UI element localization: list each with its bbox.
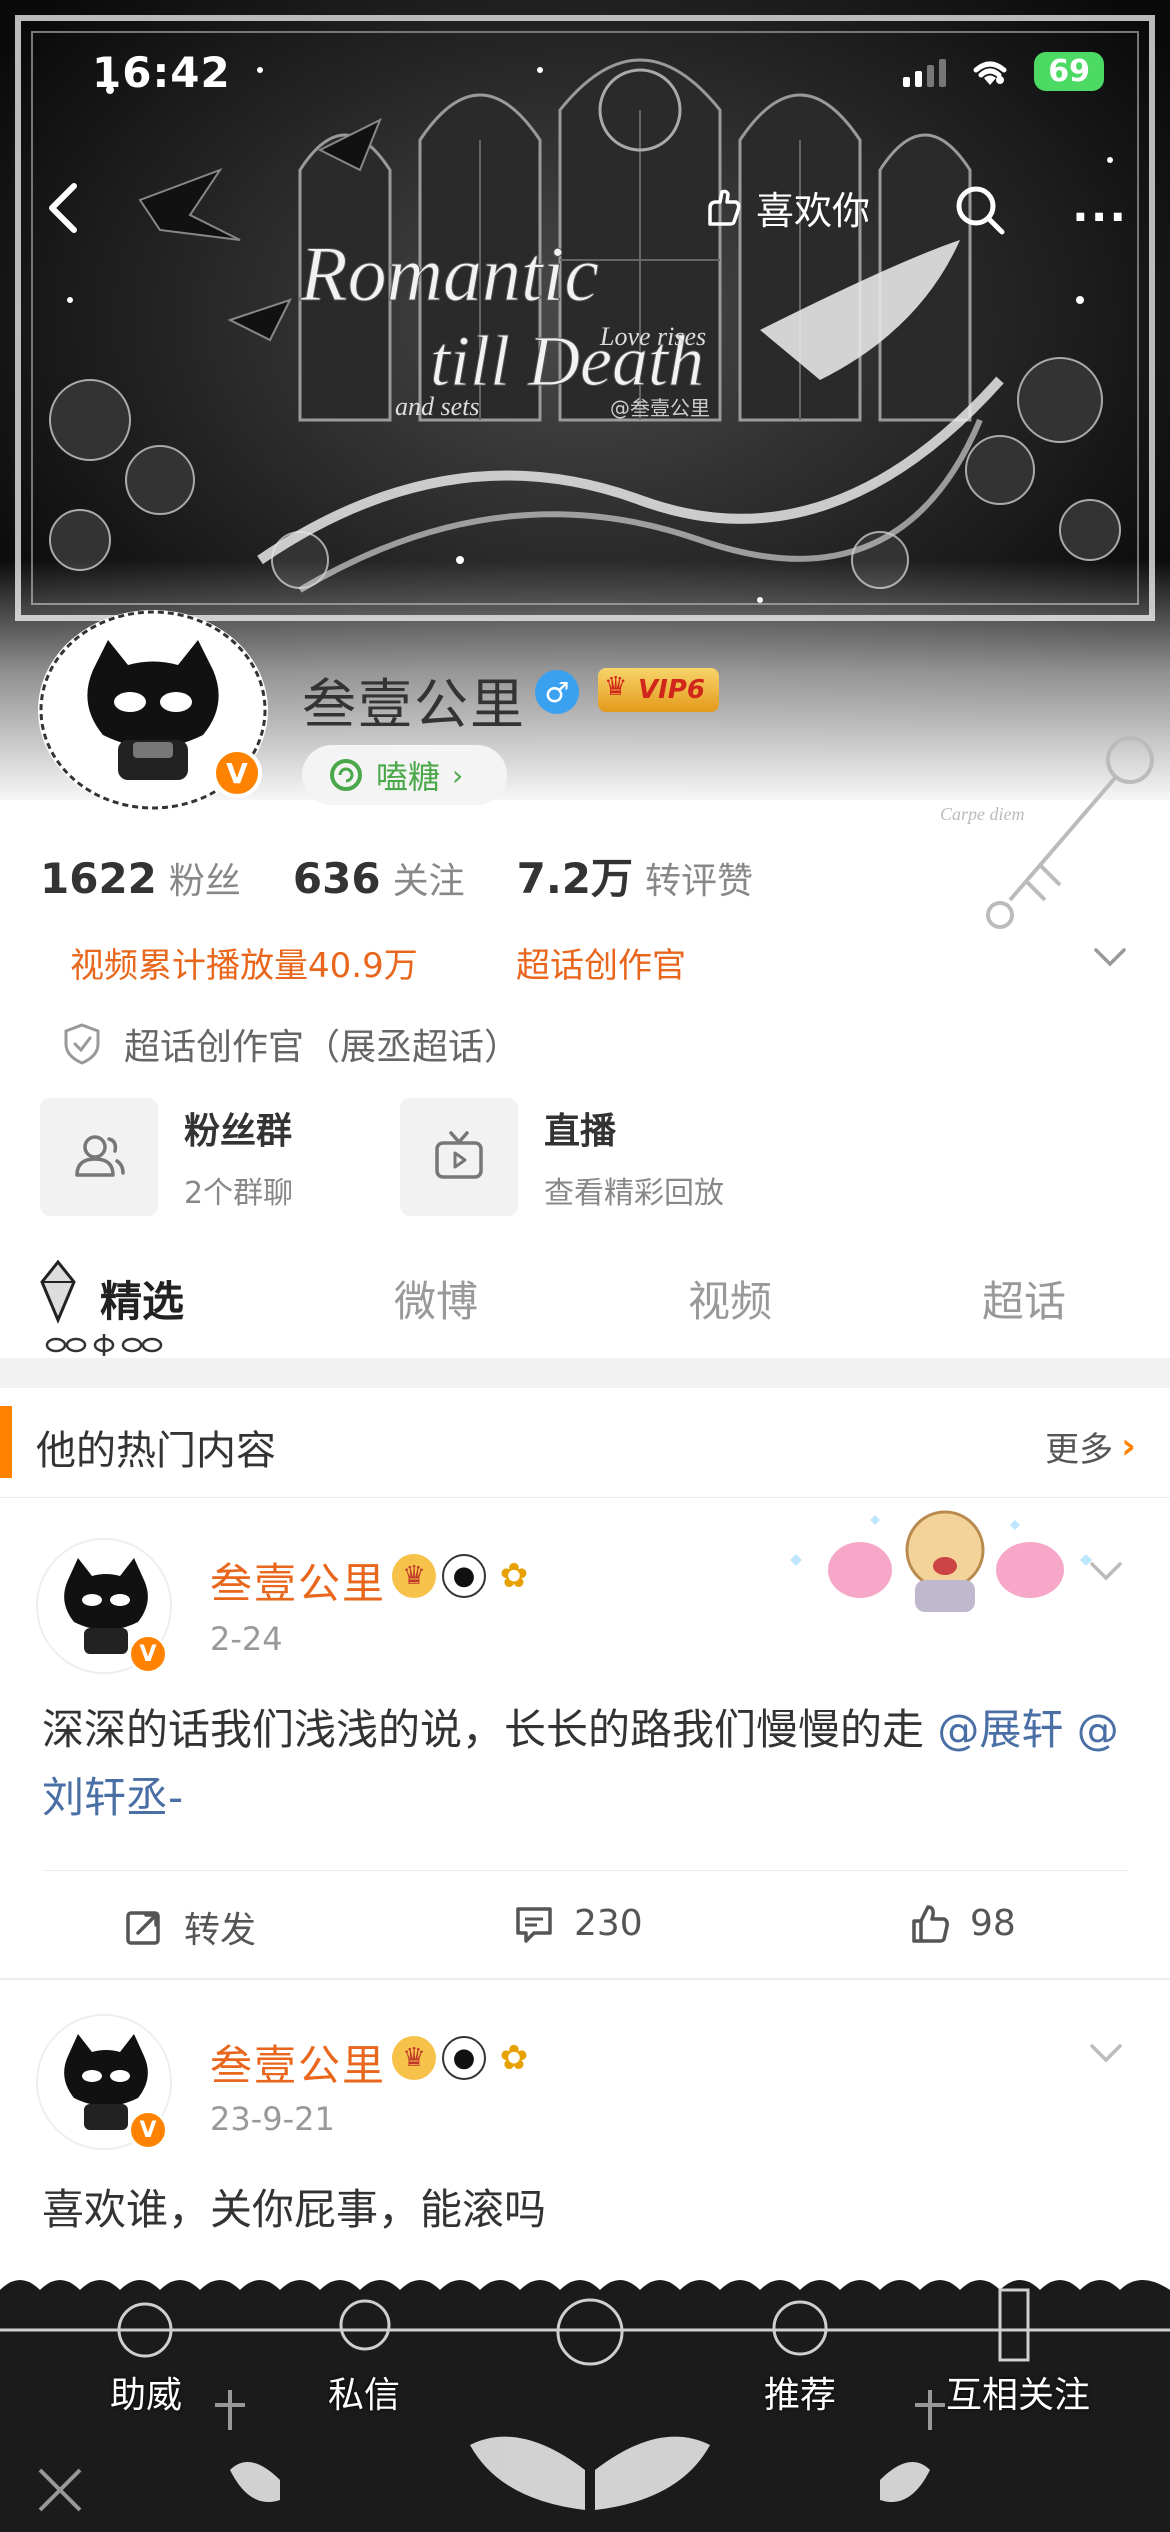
top-nav: 喜欢你 ···: [0, 170, 1170, 250]
chevron-right-icon: ›: [452, 758, 464, 792]
panda-badge-icon: ●: [442, 1554, 486, 1598]
cellular-signal-icon: [903, 57, 947, 87]
banner-watermark: @叁壹公里: [610, 396, 710, 420]
profile-username: 叁壹公里: [302, 673, 526, 736]
comment-count: 230: [574, 1902, 643, 1944]
panda-badge-icon: ●: [442, 2036, 486, 2080]
verified-badge-icon: V: [212, 748, 262, 798]
comment-button[interactable]: 230: [512, 1901, 643, 1945]
tab-supertopic[interactable]: 超话: [982, 1268, 1066, 1329]
supertopic-credential[interactable]: 超话创作官（展丞超话）: [62, 1018, 520, 1070]
stat-following[interactable]: 636 关注: [293, 852, 465, 904]
tab-weibo[interactable]: 微博: [394, 1268, 478, 1329]
verified-badge-icon: V: [128, 2110, 168, 2150]
stat-followers[interactable]: 1622 粉丝: [40, 852, 241, 904]
hot-content-header: 他的热门内容 更多 ›: [0, 1388, 1170, 1498]
banner-title-small: Love rises: [599, 322, 706, 351]
mutual-follow-button[interactable]: 互相关注: [946, 2366, 1090, 2418]
message-button[interactable]: 私信: [328, 2366, 400, 2418]
tang-chip-button[interactable]: 嗑糖 ›: [302, 745, 507, 805]
shield-icon: [64, 1023, 100, 1065]
tv-icon: [435, 1131, 483, 1179]
status-time: 16:42: [92, 48, 231, 97]
like-count: 98: [970, 1902, 1016, 1944]
post-author-name[interactable]: 叁壹公里: [210, 1550, 386, 1611]
banner-title-small2: and sets: [395, 392, 480, 421]
repost-icon: [126, 1911, 160, 1945]
key-art-text: Carpe diem: [940, 804, 1025, 824]
verified-badge-icon: V: [128, 1634, 168, 1674]
post-menu-chevron-icon[interactable]: [1086, 2038, 1126, 2068]
cheer-button[interactable]: 助威: [110, 2366, 182, 2418]
fan-group-title: 粉丝群: [184, 1111, 293, 1152]
tang-chip-label: 嗑糖: [376, 758, 441, 796]
live-sub: 查看精彩回放: [544, 1176, 724, 1211]
recommend-button[interactable]: 推荐: [764, 2366, 836, 2418]
live-card[interactable]: 直播 查看精彩回放: [400, 1098, 724, 1216]
search-icon[interactable]: [952, 182, 1008, 238]
mention-link[interactable]: @展轩: [937, 1705, 1063, 1754]
vip-badge[interactable]: ♛ VIP6: [598, 668, 719, 712]
fan-group-sub: 2个群聊: [184, 1176, 294, 1211]
sunflower-badge-icon: ✿: [499, 1556, 529, 1596]
post-date: 2-24: [210, 1620, 283, 1658]
tab-featured[interactable]: 精选: [100, 1268, 184, 1329]
hot-content-title: 他的热门内容: [36, 1428, 276, 1474]
group-icon: [75, 1135, 125, 1177]
post-card[interactable]: V 叁壹公里 ♛ ● ✿ 2-24 深深的话我们浅浅的说，长长的路我们慢慢的走 …: [0, 1498, 1170, 1980]
vip-level: VIP6: [638, 675, 705, 705]
repost-button[interactable]: 转发: [122, 1901, 256, 1953]
post-text: 深深的话我们浅浅的说，长长的路我们慢慢的走 @展轩 @刘轩丞-: [42, 1705, 1119, 1822]
tag-supertopic-creator[interactable]: 超话创作官: [516, 938, 686, 987]
crown-icon: ♛: [604, 672, 628, 702]
stat-reposts-comments-likes[interactable]: 7.2万 转评赞: [517, 845, 753, 906]
post-date: 23-9-21: [210, 2100, 335, 2138]
wifi-icon: [973, 61, 1007, 85]
more-button[interactable]: 更多 ›: [1045, 1422, 1136, 1471]
tag-video-plays[interactable]: 视频累计播放量40.9万: [70, 938, 418, 987]
back-arrow-icon[interactable]: [36, 178, 96, 238]
chain-decoration-icon: [45, 1334, 163, 1356]
more-options-icon[interactable]: ···: [1072, 192, 1128, 243]
profile-tabs: 精选 微博 视频 超话: [0, 1250, 1170, 1360]
male-gender-icon: ♂: [535, 670, 579, 714]
battery-indicator: 69: [1034, 52, 1104, 91]
post-text: 喜欢谁，关你屁事，能滚吗: [42, 2185, 547, 2234]
lollipop-icon: [330, 759, 362, 791]
post-card[interactable]: V 叁壹公里 ♛ ● ✿ 23-9-21 喜欢谁，关你屁事，能滚吗: [0, 1980, 1170, 2270]
thumbs-up-icon: [912, 1905, 949, 1943]
tab-video[interactable]: 视频: [688, 1268, 772, 1329]
live-title: 直播: [544, 1111, 617, 1152]
sunflower-badge-icon: ✿: [499, 2038, 529, 2078]
comment-icon: [516, 1907, 552, 1943]
status-bar: 16:42 69: [0, 38, 1170, 108]
post-menu-chevron-icon[interactable]: [1086, 1556, 1126, 1586]
post-author-name[interactable]: 叁壹公里: [210, 2032, 386, 2093]
chevron-right-icon: ›: [1121, 1426, 1136, 1467]
like-button[interactable]: 98: [908, 1901, 1016, 1945]
bottom-action-bar: 助威 私信 推荐 互相关注: [0, 2270, 1170, 2532]
post-actions: 转发 230 98: [42, 1870, 1128, 1976]
expand-chevron-down-icon[interactable]: [1090, 942, 1130, 972]
key-decoration-icon: Carpe diem: [940, 736, 1154, 929]
like-you-button[interactable]: 喜欢你: [700, 180, 870, 235]
crown-badge-icon: ♛: [392, 2036, 436, 2080]
hand-heart-icon: [708, 189, 741, 226]
profile-stats: 1622 粉丝 636 关注 7.2万 转评赞: [40, 845, 805, 906]
supertopic-credential-text: 超话创作官（展丞超话）: [124, 1027, 521, 1068]
crown-badge-icon: ♛: [392, 1554, 436, 1598]
gem-pendant-icon: [40, 1259, 76, 1324]
fan-group-card[interactable]: 粉丝群 2个群聊: [40, 1098, 293, 1216]
like-you-label: 喜欢你: [756, 189, 871, 233]
